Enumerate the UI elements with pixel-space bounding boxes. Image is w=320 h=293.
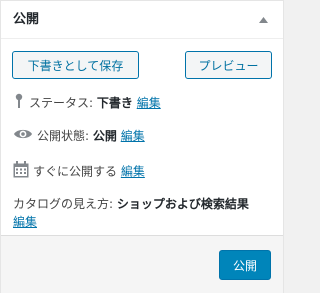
calendar-icon [13,161,29,183]
publish-button[interactable]: 公開 [219,250,271,280]
publish-panel: 公開 下書きとして保存 プレビュー ステータス: 下書き 編集 公開状態: 公開… [0,0,284,293]
status-label: ステータス: [29,96,97,110]
schedule-row: すぐに公開する 編集 [13,161,145,183]
catalog-visibility-row: カタログの見え方: ショップおよび検索結果 [13,195,249,213]
triangle-up-icon [259,17,268,23]
catalog-value: ショップおよび検索結果 [116,197,249,211]
visibility-row: 公開状態: 公開 編集 [13,127,145,146]
status-value: 下書き [96,96,133,110]
panel-footer: 公開 [1,235,283,293]
save-draft-button[interactable]: 下書きとして保存 [12,51,139,79]
pin-icon [13,93,25,114]
preview-button[interactable]: プレビュー [185,51,272,79]
catalog-edit-row: 編集 [13,213,37,231]
eye-icon [13,127,33,146]
schedule-edit-link[interactable]: 編集 [121,165,145,179]
panel-header: 公開 [1,1,283,39]
visibility-value: 公開 [92,129,117,143]
panel-title: 公開 [13,12,40,27]
collapse-toggle[interactable] [251,7,277,33]
status-edit-link[interactable]: 編集 [137,96,161,110]
visibility-label: 公開状態: [37,129,93,143]
catalog-edit-link[interactable]: 編集 [13,215,37,229]
schedule-label: すぐに公開する [33,164,118,179]
visibility-edit-link[interactable]: 編集 [121,129,145,143]
status-row: ステータス: 下書き 編集 [13,93,161,114]
catalog-label: カタログの見え方: [13,197,117,211]
